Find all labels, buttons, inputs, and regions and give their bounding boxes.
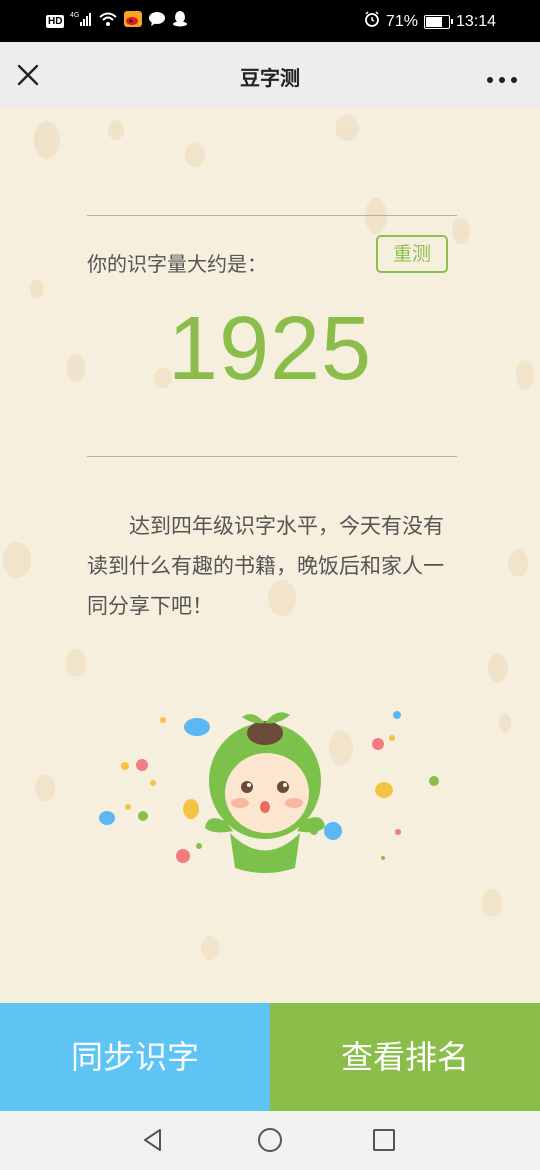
retest-button[interactable]: 重测 [376,235,448,273]
recent-apps-icon[interactable] [372,1128,396,1156]
back-icon[interactable] [140,1127,166,1157]
score-value: 1925 [167,299,373,399]
home-icon[interactable] [257,1127,283,1157]
status-left: HD 4G [46,11,188,32]
result-content: 你的识字量大约是： 重测 1925 达到四年级识字水平，今天有没有读到什么有趣的… [0,108,540,1003]
status-right: 71% 13:14 [364,11,496,32]
sync-literacy-button[interactable]: 同步识字 [0,1003,270,1111]
battery-fill [425,16,442,27]
score-prompt: 你的识字量大约是： [87,252,267,276]
battery-icon [423,14,453,29]
result-message: 达到四年级识字水平，今天有没有读到什么有趣的书籍，晚饭后和家人一同分享下吧！ [87,514,444,618]
nav-bar: 豆字测 [0,42,540,108]
mascot-character [205,712,325,873]
alarm-icon [364,11,380,32]
page-title: 豆字测 [240,66,300,90]
weibo-icon [124,11,143,32]
more-icon[interactable] [486,70,518,83]
mascot-illustration [99,711,439,873]
battery-percent: 71% [385,12,418,30]
network-label: 4G [70,12,79,19]
system-nav-bar [0,1111,540,1170]
wifi-icon [98,11,118,32]
qq-icon [172,11,188,32]
view-ranking-button[interactable]: 查看排名 [270,1003,540,1111]
hd-badge: HD [46,15,65,28]
signal-icon: 4G [70,11,92,32]
message-icon [148,11,166,32]
status-time: 13:14 [455,12,496,30]
divider-top [87,215,457,216]
divider-bottom [87,456,457,457]
status-bar: HD 4G 71% 13:14 [0,0,540,42]
